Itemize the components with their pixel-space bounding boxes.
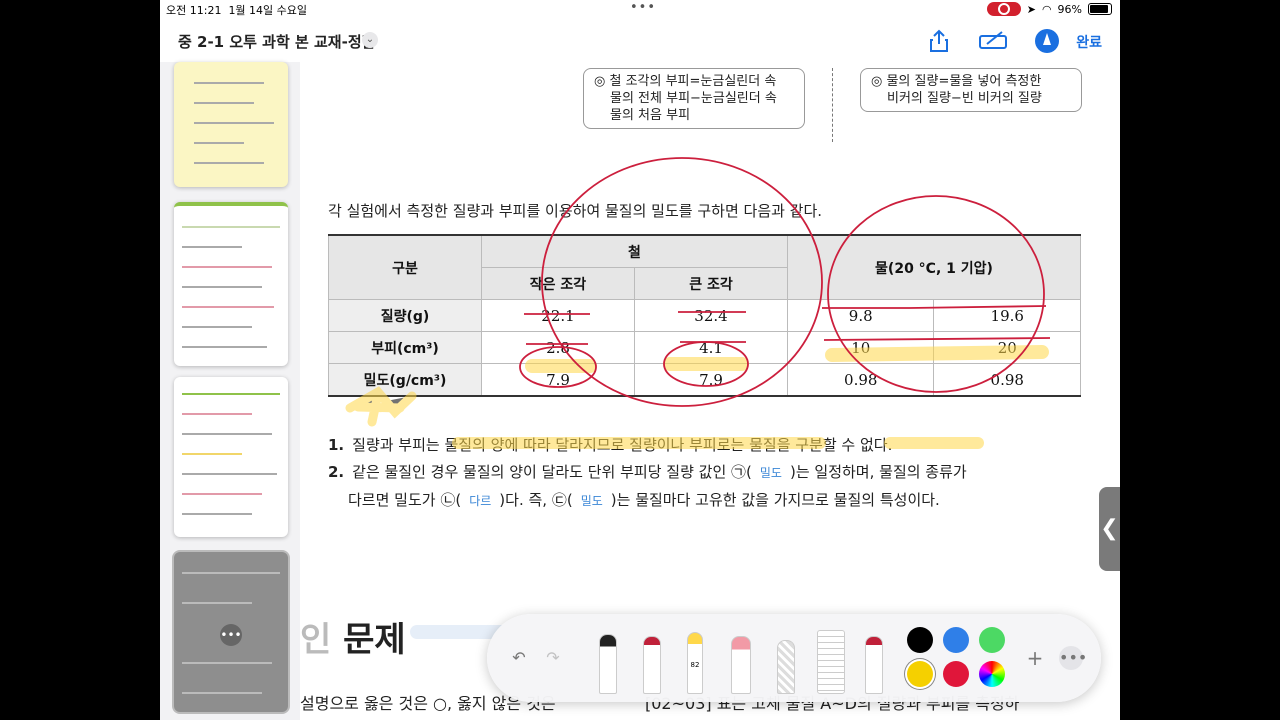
table-cell: 0.98: [786, 363, 935, 397]
note-box-iron-volume: ◎ 철 조각의 부피=눈금실린더 속 물의 전체 부피−눈금실린더 속 물의 처…: [583, 68, 805, 129]
header-small-piece: 작은 조각: [481, 267, 635, 300]
header-category: 구분: [328, 234, 482, 300]
color-blue[interactable]: [943, 627, 969, 653]
highlighter-tool-icon[interactable]: 82: [687, 632, 703, 694]
explanation-item-2: 2. 같은 물질인 경우 물질의 양이 달라도 단위 부피당 질량 값인 ㉠(밀도…: [328, 463, 967, 481]
pen-tool-icon[interactable]: [599, 634, 617, 694]
redo-icon[interactable]: ↷: [541, 646, 565, 670]
page-thumbnail-1[interactable]: [174, 62, 288, 187]
eraser-tool-icon[interactable]: [731, 636, 751, 694]
table-row-density: 밀도(g/cm³) 7.9 7.9 0.98 0.98: [328, 363, 1081, 397]
table-cell: 19.6: [933, 299, 1081, 332]
table-row-volume: 부피(cm³) 2.8 4.1 10 20: [328, 331, 1081, 364]
table-cell: 32.4: [634, 299, 788, 332]
section-title: 인 문제: [300, 620, 406, 660]
fineliner-tool-icon[interactable]: [643, 636, 661, 694]
more-options-icon[interactable]: •••: [220, 624, 242, 646]
explanation-item-2-cont: 다르면 밀도가 ㉡(다르)다. 즉, ㉢(밀도)는 물질마다 고유한 값을 가지…: [348, 491, 940, 509]
density-table: 구분 철 물(20 °C, 1 기압) 작은 조각 큰 조각 질량(g) 22.…: [328, 234, 1081, 397]
header-iron: 철: [481, 234, 788, 268]
document-title[interactable]: 중 2-1 오투 과학 본 교재-정답: [178, 31, 375, 52]
battery-percent: 96%: [1057, 2, 1082, 16]
page-thumbnail-4-selected[interactable]: •••: [174, 552, 288, 712]
explanation-item-1: 1. 질량과 부피는 물질의 양에 따라 달라지므로 질량이나 부피로는 물질을 …: [328, 436, 893, 454]
table-cell: 22.1: [481, 299, 635, 332]
table-cell: 7.9: [481, 363, 635, 397]
toolbar: 중 2-1 오투 과학 본 교재-정답 ⌄ 완료: [160, 22, 1120, 62]
explanation-list: 1. 질량과 부피는 물질의 양에 따라 달라지므로 질량이나 부피로는 물질을 …: [328, 432, 1088, 515]
page-thumbnail-3[interactable]: [174, 377, 288, 537]
table-cell: 0.98: [933, 363, 1081, 397]
page-thumbnail-2[interactable]: [174, 202, 288, 366]
done-button[interactable]: 완료: [1076, 32, 1102, 52]
add-icon[interactable]: +: [1023, 646, 1047, 670]
color-red[interactable]: [943, 661, 969, 687]
status-bar: 오전 11:21 1월 14일 수요일 ••• ➤ ◠ 96%: [160, 0, 1120, 18]
answer-blank-3: 밀도: [580, 494, 603, 508]
share-icon[interactable]: [926, 28, 952, 54]
table-cell: 4.1: [634, 331, 788, 364]
undo-icon[interactable]: ↶: [507, 646, 531, 670]
ruler-tool-icon[interactable]: [817, 630, 845, 694]
table-cell: 9.8: [786, 299, 935, 332]
table-cell: 10: [786, 331, 935, 364]
row-label: 밀도(g/cm³): [328, 363, 482, 397]
table-cell: 2.8: [481, 331, 635, 364]
sidebar-toggle-handle[interactable]: ❮: [1099, 487, 1120, 571]
dashed-divider: [832, 68, 833, 142]
more-icon[interactable]: •••: [1059, 646, 1087, 670]
lasso-tool-icon[interactable]: [777, 640, 795, 694]
table-row-mass: 질량(g) 22.1 32.4 9.8 19.6: [328, 299, 1081, 332]
table-cell: 7.9: [634, 363, 788, 397]
row-label: 질량(g): [328, 299, 482, 332]
color-yellow-selected[interactable]: [907, 661, 933, 687]
answer-blank-1: 밀도: [759, 466, 782, 480]
ipad-screen: 오전 11:21 1월 14일 수요일 ••• ➤ ◠ 96% 중 2-1 오투…: [160, 0, 1120, 720]
page-thumbnail-sidebar: •••: [160, 62, 300, 720]
color-picker-icon[interactable]: [979, 661, 1005, 687]
header-water: 물(20 °C, 1 기압): [787, 234, 1081, 300]
status-right: ➤ ◠ 96%: [986, 2, 1112, 16]
location-icon: ➤: [1026, 2, 1036, 16]
color-green[interactable]: [979, 627, 1005, 653]
battery-icon: [1088, 3, 1112, 15]
markup-pen-icon[interactable]: [978, 28, 1010, 54]
markup-tool-palette: ↶ ↷ 82 + •••: [487, 614, 1101, 702]
wifi-icon: ◠: [1041, 2, 1052, 16]
note-box-water-mass: ◎ 물의 질량=물을 넣어 측정한 비커의 질량−빈 비커의 질량: [860, 68, 1082, 112]
table-cell: 20: [933, 331, 1081, 364]
row-label: 부피(cm³): [328, 331, 482, 364]
multitasking-dots-icon[interactable]: •••: [630, 0, 656, 15]
chevron-down-icon[interactable]: ⌄: [362, 32, 378, 48]
status-time: 오전 11:21 1월 14일 수요일: [166, 4, 308, 17]
fountain-pen-tool-icon[interactable]: [865, 636, 883, 694]
intro-text: 각 실험에서 측정한 질량과 부피를 이용하여 물질의 밀도를 구하면 다음과 …: [328, 202, 823, 220]
header-large-piece: 큰 조각: [634, 267, 788, 300]
markup-active-icon[interactable]: [1034, 28, 1060, 54]
color-black[interactable]: [907, 627, 933, 653]
answer-blank-2: 다르: [469, 494, 492, 508]
screen-recording-icon[interactable]: [986, 2, 1021, 16]
